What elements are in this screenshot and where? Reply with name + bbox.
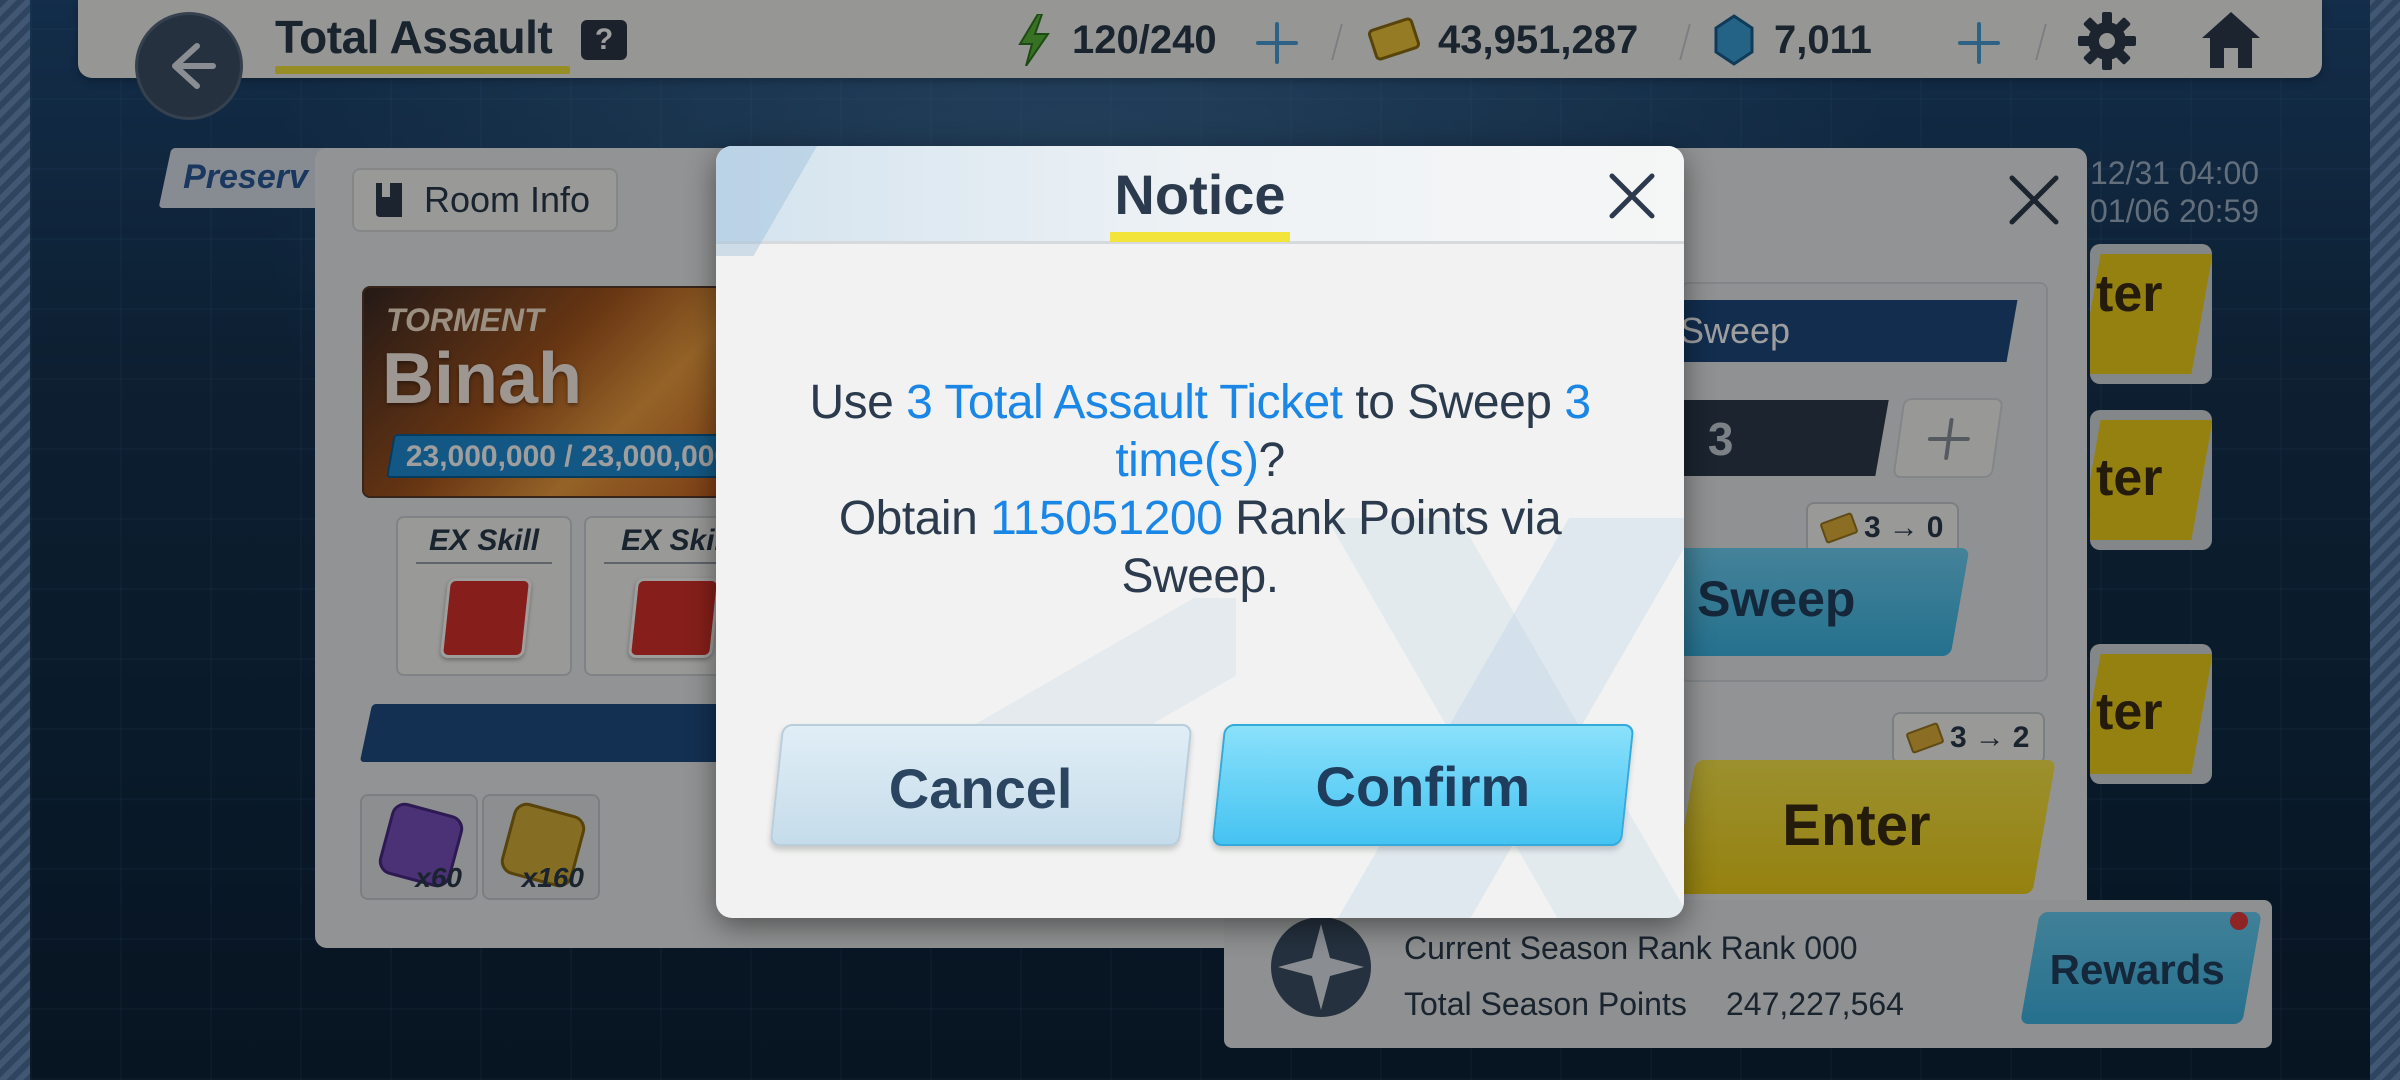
msg-text: Obtain bbox=[838, 492, 991, 545]
cancel-label: Cancel bbox=[888, 757, 1073, 820]
confirm-button[interactable]: Confirm bbox=[1211, 724, 1635, 846]
confirm-label: Confirm bbox=[1315, 755, 1531, 818]
close-icon[interactable] bbox=[1604, 168, 1660, 224]
msg-text: to Sweep bbox=[1342, 376, 1565, 429]
notice-dialog: Notice Use 3 Total Assault Ticket to Swe… bbox=[716, 146, 1684, 918]
cancel-button[interactable]: Cancel bbox=[769, 724, 1193, 846]
dialog-message: Use 3 Total Assault Ticket to Sweep 3 ti… bbox=[776, 374, 1624, 606]
msg-text: Use bbox=[809, 376, 907, 429]
msg-text: ? bbox=[1258, 434, 1285, 487]
msg-ticket-highlight: 3 Total Assault Ticket bbox=[906, 376, 1343, 429]
dialog-title: Notice bbox=[1114, 163, 1286, 226]
title-underline bbox=[1110, 232, 1290, 242]
msg-points-highlight: 115051200 bbox=[990, 492, 1223, 545]
